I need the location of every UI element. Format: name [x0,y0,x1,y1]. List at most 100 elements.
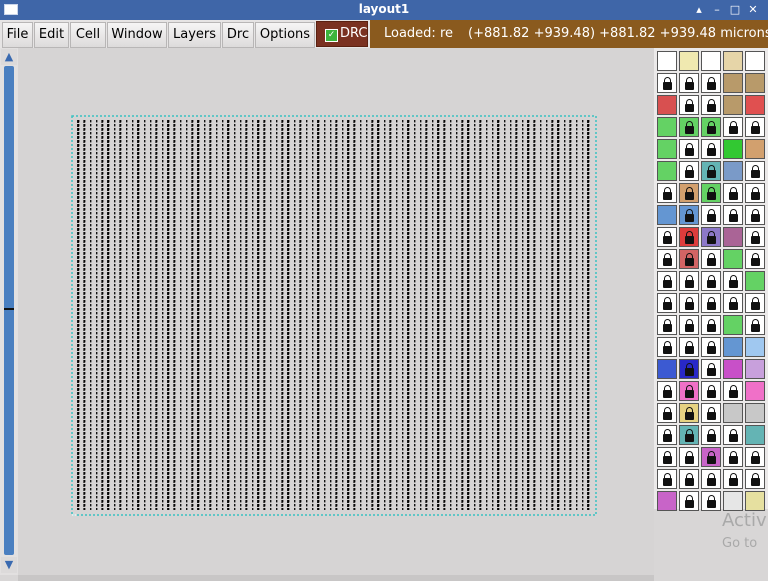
layer-swatch[interactable] [723,205,743,225]
layer-swatch[interactable] [657,447,677,467]
layer-swatch[interactable] [679,73,699,93]
layer-swatch[interactable] [657,161,677,181]
layer-swatch[interactable] [723,425,743,445]
layer-swatch[interactable] [701,315,721,335]
layer-swatch[interactable] [723,73,743,93]
layer-swatch[interactable] [701,183,721,203]
close-button[interactable]: ✕ [744,1,762,19]
layer-swatch[interactable] [701,117,721,137]
layer-swatch[interactable] [745,205,765,225]
layer-swatch[interactable] [701,447,721,467]
layer-swatch[interactable] [723,447,743,467]
menu-cell[interactable]: Cell [70,22,106,48]
layer-swatch[interactable] [679,95,699,115]
layer-swatch[interactable] [745,227,765,247]
layer-swatch[interactable] [701,227,721,247]
layer-swatch[interactable] [679,161,699,181]
layer-swatch[interactable] [723,249,743,269]
menu-options[interactable]: Options [255,22,315,48]
layer-swatch[interactable] [745,95,765,115]
layer-swatch[interactable] [701,95,721,115]
layer-swatch[interactable] [745,139,765,159]
layer-swatch[interactable] [679,381,699,401]
scroll-down-icon[interactable]: ▼ [1,557,17,573]
layer-swatch[interactable] [657,381,677,401]
layer-swatch[interactable] [657,95,677,115]
menu-drc[interactable]: Drc [222,22,254,48]
layer-swatch[interactable] [679,315,699,335]
layer-swatch[interactable] [679,293,699,313]
menu-file[interactable]: File [2,22,33,48]
layer-swatch[interactable] [701,359,721,379]
layer-swatch[interactable] [723,183,743,203]
layer-swatch[interactable] [701,425,721,445]
layer-swatch[interactable] [657,183,677,203]
layer-swatch[interactable] [723,95,743,115]
layer-swatch[interactable] [745,403,765,423]
layer-swatch[interactable] [745,447,765,467]
layer-swatch[interactable] [745,73,765,93]
layer-swatch[interactable] [723,117,743,137]
horizontal-scrollbar[interactable] [18,575,654,581]
layer-swatch[interactable] [701,381,721,401]
vertical-scrollbar[interactable]: ▲ ▼ [0,48,18,575]
layer-swatch[interactable] [701,51,721,71]
layer-swatch[interactable] [679,491,699,511]
layer-swatch[interactable] [657,73,677,93]
layer-swatch[interactable] [679,469,699,489]
menu-window[interactable]: Window [107,22,167,48]
layer-swatch[interactable] [723,227,743,247]
maximize-button[interactable]: □ [726,1,744,19]
layer-swatch[interactable] [723,337,743,357]
layer-swatch[interactable] [745,249,765,269]
scroll-thumb[interactable] [4,308,14,310]
layer-swatch[interactable] [745,271,765,291]
layer-swatch[interactable] [657,315,677,335]
layer-swatch[interactable] [701,249,721,269]
layer-swatch[interactable] [745,425,765,445]
layer-swatch[interactable] [657,227,677,247]
layer-swatch[interactable] [657,469,677,489]
layer-swatch[interactable] [657,293,677,313]
layer-swatch[interactable] [745,117,765,137]
layout-canvas[interactable] [18,48,654,575]
layer-swatch[interactable] [657,337,677,357]
layer-swatch[interactable] [745,491,765,511]
layer-swatch[interactable] [745,469,765,489]
layer-swatch[interactable] [679,271,699,291]
scroll-up-icon[interactable]: ▲ [1,49,17,65]
layer-swatch[interactable] [701,469,721,489]
layer-swatch[interactable] [679,227,699,247]
layer-swatch[interactable] [657,249,677,269]
layer-swatch[interactable] [657,271,677,291]
layer-swatch[interactable] [701,139,721,159]
layer-swatch[interactable] [723,315,743,335]
layer-swatch[interactable] [679,425,699,445]
layer-swatch[interactable] [679,249,699,269]
layer-swatch[interactable] [723,271,743,291]
layer-swatch[interactable] [723,293,743,313]
layer-swatch[interactable] [745,315,765,335]
layer-swatch[interactable] [723,139,743,159]
layer-swatch[interactable] [723,51,743,71]
minimize-button[interactable]: – [708,1,726,19]
menu-edit[interactable]: Edit [34,22,69,48]
layer-swatch[interactable] [723,403,743,423]
layer-swatch[interactable] [701,161,721,181]
layer-swatch[interactable] [657,139,677,159]
layer-swatch[interactable] [701,403,721,423]
layer-swatch[interactable] [701,205,721,225]
layer-swatch[interactable] [723,161,743,181]
layer-swatch[interactable] [701,491,721,511]
layer-swatch[interactable] [701,271,721,291]
layer-swatch[interactable] [657,425,677,445]
layer-swatch[interactable] [679,51,699,71]
layer-swatch[interactable] [679,337,699,357]
layer-swatch[interactable] [701,337,721,357]
layer-swatch[interactable] [723,469,743,489]
layer-swatch[interactable] [657,117,677,137]
layer-swatch[interactable] [679,139,699,159]
layer-swatch[interactable] [657,403,677,423]
layer-swatch[interactable] [745,161,765,181]
layer-swatch[interactable] [679,117,699,137]
